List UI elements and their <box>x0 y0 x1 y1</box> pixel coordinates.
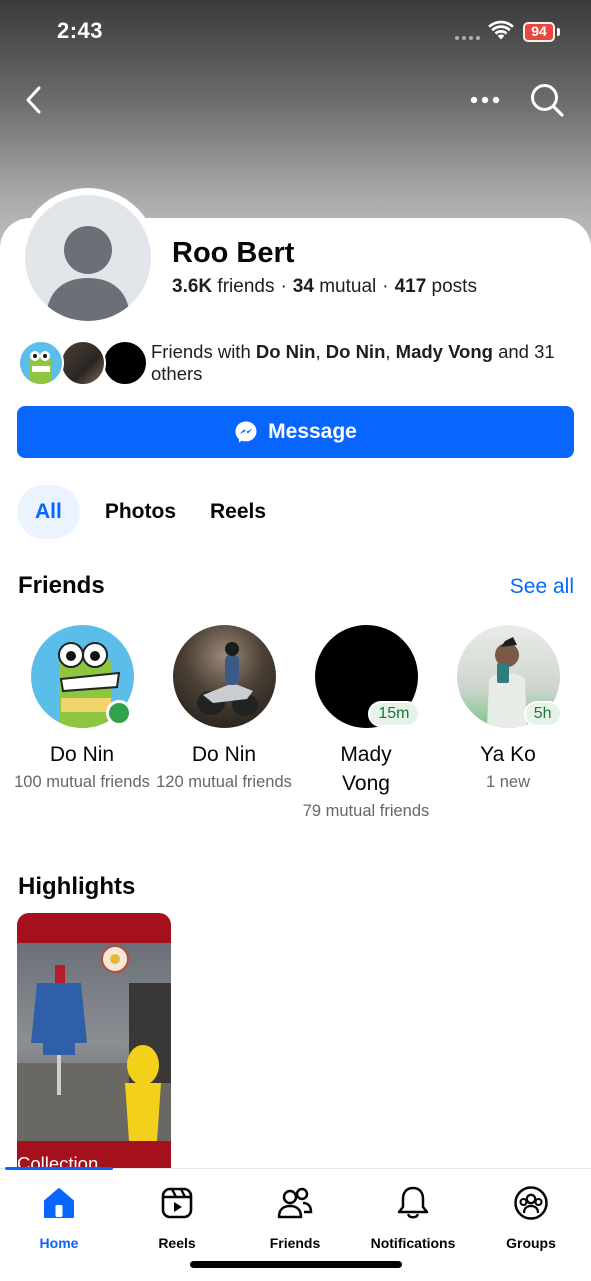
friend-card[interactable]: 5h Ya Ko 1 new <box>438 625 578 794</box>
nav-friends-label: Friends <box>269 1235 321 1251</box>
profile-tabs: All Photos Reels <box>17 485 280 539</box>
mutual-friends-avatars[interactable] <box>18 340 148 388</box>
avatar <box>102 340 148 386</box>
mutual-friends-text[interactable]: Friends with Do Nin, Do Nin, Mady Vong a… <box>151 341 576 385</box>
avatar <box>60 340 106 386</box>
tab-reels[interactable]: Reels <box>196 485 280 539</box>
see-all-friends-link[interactable]: See all <box>510 575 574 599</box>
online-status-indicator <box>105 700 132 726</box>
motorbike-photo <box>196 642 258 716</box>
profile-avatar[interactable] <box>18 188 158 328</box>
mutual-name[interactable]: Mady Vong <box>396 341 493 362</box>
tab-all[interactable]: All <box>17 485 80 539</box>
friend-name: Ya Ko <box>480 743 536 766</box>
nav-groups[interactable]: Groups <box>472 1181 590 1251</box>
home-indicator <box>190 1261 402 1268</box>
status-bar: 2:43 94 <box>0 0 591 64</box>
highlight-photo <box>17 943 171 1141</box>
home-icon <box>44 1188 74 1218</box>
mutual-name[interactable]: Do Nin <box>326 341 386 362</box>
friend-name: Do Nin <box>191 743 257 766</box>
posts-count: 417 <box>394 276 427 297</box>
back-button[interactable] <box>14 80 54 120</box>
profile-stats: 3.6K friends · 34 mutual · 417 posts <box>172 276 477 297</box>
nav-friends[interactable]: Friends <box>236 1181 354 1251</box>
message-button[interactable]: Message <box>17 406 574 458</box>
search-button[interactable] <box>527 80 567 120</box>
friend-mutual-count: 120 mutual friends <box>156 773 292 791</box>
friend-name: Mady Vong <box>340 743 392 795</box>
mutual-prefix: Friends with <box>151 341 251 362</box>
reels-icon <box>161 1187 193 1219</box>
friend-mutual-count: 79 mutual friends <box>302 802 430 820</box>
nav-groups-label: Groups <box>506 1235 556 1251</box>
nav-reels[interactable]: Reels <box>118 1181 236 1251</box>
posts-label: posts <box>431 276 477 297</box>
nav-home[interactable]: Home <box>0 1181 118 1251</box>
wifi-icon <box>488 20 514 40</box>
avatar <box>18 340 64 386</box>
cellular-signal-icon <box>455 36 480 40</box>
avatar <box>172 625 276 728</box>
nav-notifications-label: Notifications <box>370 1235 456 1251</box>
friend-card[interactable]: 15m Mady Vong 79 mutual friends <box>296 625 436 823</box>
friends-count: 3.6K <box>172 276 213 297</box>
more-horizontal-icon <box>470 96 500 104</box>
highlights-section-title: Highlights <box>18 873 136 900</box>
nav-notifications[interactable]: Notifications <box>354 1181 472 1251</box>
friend-card[interactable]: Do Nin 100 mutual friends <box>12 625 152 794</box>
friends-label[interactable]: friends <box>217 276 274 297</box>
active-time-badge: 5h <box>523 701 562 727</box>
friend-mutual-count: 100 mutual friends <box>14 773 150 791</box>
friends-section-title: Friends <box>18 572 105 599</box>
active-time-badge: 15m <box>368 701 420 727</box>
status-time: 2:43 <box>57 18 104 43</box>
profile-name: Roo Bert <box>172 237 295 269</box>
default-person-icon <box>46 226 130 321</box>
highlight-card[interactable] <box>17 913 171 1173</box>
mutual-label[interactable]: mutual <box>319 276 376 297</box>
groups-icon <box>514 1186 548 1220</box>
friend-new-count: 1 new <box>485 773 531 791</box>
active-tab-indicator <box>5 1167 113 1170</box>
mutual-name[interactable]: Do Nin <box>256 341 316 362</box>
dino-icon <box>29 351 51 384</box>
nav-reels-label: Reels <box>158 1235 196 1251</box>
uniform-display-photo <box>17 945 171 1141</box>
bell-icon <box>397 1186 429 1219</box>
mutual-count: 34 <box>292 276 314 297</box>
more-options-button[interactable] <box>465 80 505 120</box>
chevron-left-icon <box>26 86 41 114</box>
tab-photos[interactable]: Photos <box>91 485 190 539</box>
message-button-label: Message <box>268 420 357 443</box>
friend-card[interactable]: Do Nin 120 mutual friends <box>154 625 294 794</box>
friends-icon <box>277 1187 313 1219</box>
battery-level: 94 <box>531 23 547 39</box>
messenger-icon <box>235 421 257 443</box>
search-icon <box>531 84 564 117</box>
nav-home-label: Home <box>39 1235 79 1251</box>
friend-name: Do Nin <box>49 743 115 766</box>
battery-icon: 94 <box>523 22 555 42</box>
